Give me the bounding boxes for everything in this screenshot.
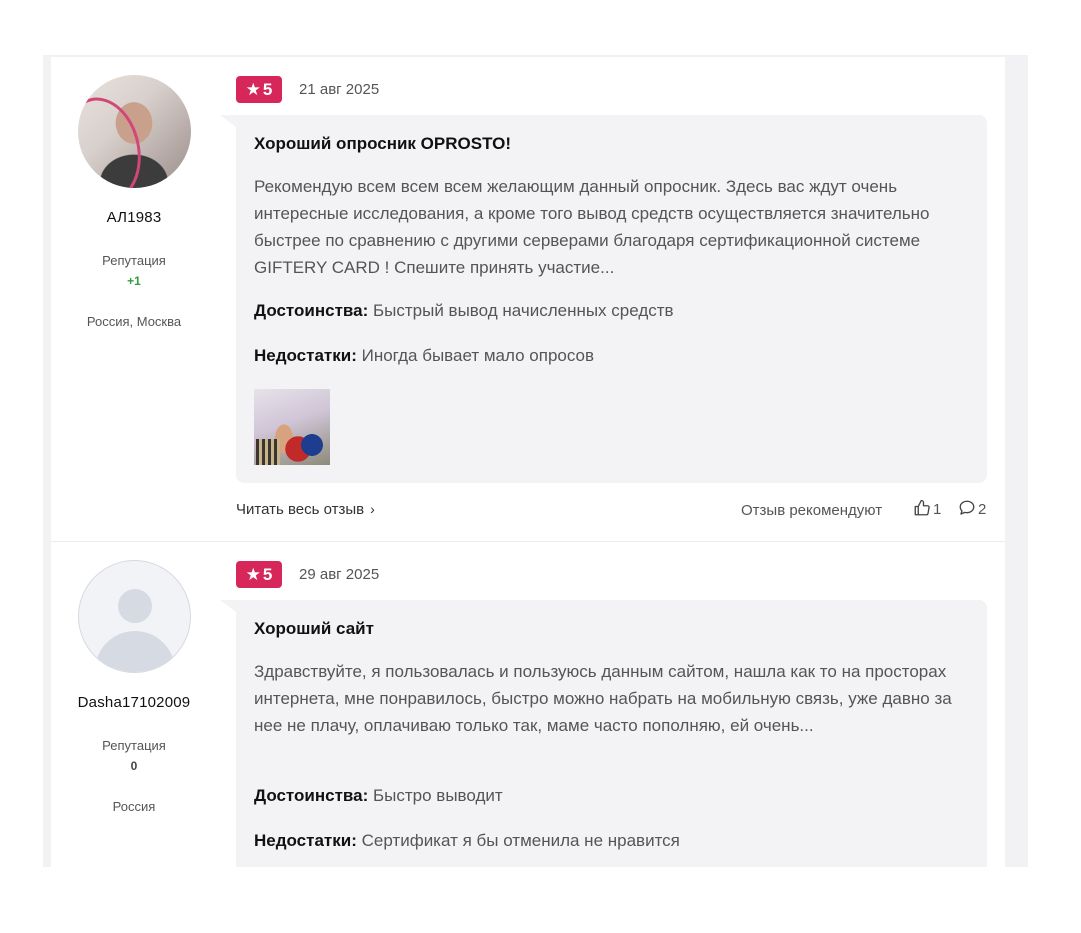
comments-button[interactable]: 2 <box>958 499 986 518</box>
review-card: Dasha17102009 Репутация 0 Россия ★ 5 29 а… <box>51 542 1005 867</box>
review-cons: Недостатки: Иногда бывает мало опросов <box>254 346 594 366</box>
review-text: Рекомендую всем всем всем желающим данны… <box>254 177 930 277</box>
review-body: Хороший сайт Здравствуйте, я пользовалас… <box>220 600 987 867</box>
review-date: 29 авг 2025 <box>299 566 380 583</box>
reputation-value: +1 <box>127 274 141 288</box>
rating-badge: ★ 5 <box>236 76 282 103</box>
pros-text: Быстро выводит <box>373 786 503 805</box>
read-full-review-link[interactable]: Читать весь отзыв › <box>236 501 375 518</box>
review-cons: Недостатки: Сертификат я бы отменила не … <box>254 831 680 851</box>
review-date: 21 авг 2025 <box>299 81 380 98</box>
thumbs-up-icon <box>914 499 930 516</box>
star-icon: ★ <box>245 565 261 584</box>
reputation-label: Репутация <box>102 253 166 268</box>
review-pros: Достоинства: Быстро выводит <box>254 786 503 806</box>
star-icon: ★ <box>245 80 261 99</box>
cons-label: Недостатки: <box>254 831 357 850</box>
review-title[interactable]: Хороший сайт <box>254 619 374 639</box>
comments-count: 2 <box>978 501 987 518</box>
review-text: Здравствуйте, я пользовалась и пользуюсь… <box>254 662 952 735</box>
chevron-right-icon: › <box>370 501 375 517</box>
author-location: Россия, Москва <box>86 314 182 329</box>
author-location: Россия <box>112 799 156 814</box>
pros-text: Быстрый вывод начисленных средств <box>373 301 674 320</box>
comment-bubble-icon <box>959 500 975 515</box>
review-feed: АЛ1983 Репутация +1 Россия, Москва ★ 5 21… <box>51 57 1005 867</box>
cons-text: Иногда бывает мало опросов <box>361 346 595 365</box>
likes-count: 1 <box>933 501 942 518</box>
cons-label: Недостатки: <box>254 346 357 365</box>
recommend-label: Отзыв рекомендуют <box>741 502 883 519</box>
avatar[interactable] <box>78 75 191 188</box>
review-photo-thumbnail[interactable] <box>254 389 330 465</box>
rating-badge: ★ 5 <box>236 561 282 588</box>
rating-value: 5 <box>262 80 273 99</box>
reputation-value: 0 <box>130 759 138 773</box>
read-more-label: Читать весь отзыв <box>236 501 365 518</box>
cons-text: Сертификат я бы отменила не нравится <box>361 831 680 850</box>
reputation-label: Репутация <box>102 738 166 753</box>
rating-value: 5 <box>262 565 273 584</box>
like-button[interactable]: 1 <box>913 499 941 518</box>
review-card: АЛ1983 Репутация +1 Россия, Москва ★ 5 21… <box>51 57 1005 542</box>
pros-label: Достоинства: <box>254 786 369 805</box>
review-title[interactable]: Хороший опросник OPROSTO! <box>254 134 511 154</box>
avatar[interactable] <box>78 560 191 673</box>
author-name[interactable]: АЛ1983 <box>51 209 217 226</box>
review-body: Хороший опросник OPROSTO! Рекомендую все… <box>220 115 987 483</box>
pros-label: Достоинства: <box>254 301 369 320</box>
reviews-frame: АЛ1983 Репутация +1 Россия, Москва ★ 5 21… <box>43 55 1028 867</box>
author-name[interactable]: Dasha17102009 <box>51 694 217 711</box>
review-pros: Достоинства: Быстрый вывод начисленных с… <box>254 301 674 321</box>
